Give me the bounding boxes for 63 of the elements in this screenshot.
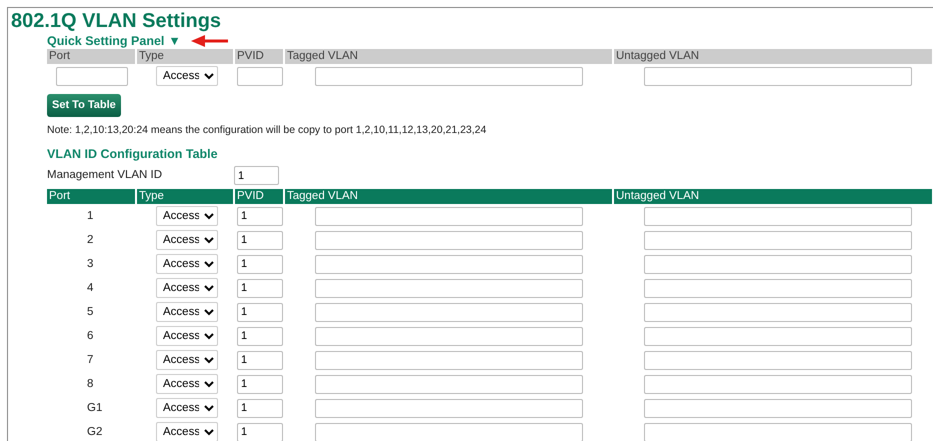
page-title: 802.1Q VLAN Settings	[11, 9, 222, 33]
port-label: 3	[87, 258, 94, 270]
tagged-vlan-field[interactable]	[315, 302, 583, 322]
column-header: Untagged VLAN	[613, 49, 933, 64]
port-label: 6	[87, 330, 94, 342]
pvid-field[interactable]: 1	[237, 230, 283, 250]
untagged-vlan-field[interactable]	[644, 206, 912, 226]
field-label: Management VLAN ID	[47, 168, 164, 184]
untagged-vlan-field[interactable]	[644, 230, 912, 250]
column-header: Port	[47, 49, 136, 64]
tagged-vlan-field[interactable]	[315, 374, 583, 394]
pvid-field[interactable]: 1	[237, 422, 283, 441]
port-label: 5	[87, 306, 94, 318]
port-label: G2	[87, 426, 102, 438]
pvid-field[interactable]: 1	[237, 254, 283, 274]
untagged-vlan-field[interactable]	[644, 350, 912, 370]
port-label: 2	[87, 234, 94, 246]
untagged-vlan-field[interactable]	[644, 326, 912, 346]
management-vlan-field[interactable]: 1	[234, 166, 279, 186]
pvid-field[interactable]	[237, 66, 283, 86]
tagged-vlan-field[interactable]	[315, 278, 583, 298]
untagged-vlan-field[interactable]	[644, 278, 912, 298]
tagged-vlan-field[interactable]	[315, 206, 583, 226]
port-label: 8	[87, 378, 94, 390]
column-header: Untagged VLAN	[613, 189, 933, 204]
port-label: G1	[87, 402, 102, 414]
arrow-icon	[190, 35, 229, 47]
tagged-vlan-field[interactable]	[315, 230, 583, 250]
pvid-field[interactable]: 1	[237, 350, 283, 370]
pvid-field[interactable]: 1	[237, 278, 283, 298]
untagged-vlan-field[interactable]	[644, 254, 912, 274]
pvid-field[interactable]: 1	[237, 374, 283, 394]
column-header: Type	[136, 189, 234, 204]
port-label: 7	[87, 354, 94, 366]
tagged-vlan-field[interactable]	[315, 350, 583, 370]
tagged-vlan-field[interactable]	[315, 398, 583, 418]
column-header: PVID	[234, 49, 284, 64]
set-to-table-button[interactable]: Set To Table	[47, 94, 121, 116]
pvid-field[interactable]: 1	[237, 398, 283, 418]
column-header: Tagged VLAN	[284, 49, 613, 64]
column-header: PVID	[234, 189, 284, 204]
tagged-vlan-field[interactable]	[315, 66, 583, 86]
section-title: Quick Setting Panel	[47, 33, 164, 49]
tagged-vlan-field[interactable]	[315, 326, 583, 346]
column-header: Type	[136, 49, 234, 64]
column-header: Tagged VLAN	[284, 189, 613, 204]
untagged-vlan-field[interactable]	[644, 398, 912, 418]
port-label: 1	[87, 210, 94, 222]
untagged-vlan-field[interactable]	[644, 66, 912, 86]
collapse-toggle[interactable]: ▼	[168, 33, 181, 49]
port-label: 4	[87, 282, 94, 294]
tagged-vlan-field[interactable]	[315, 254, 583, 274]
column-header: Port	[47, 189, 136, 204]
untagged-vlan-field[interactable]	[644, 374, 912, 394]
note-text: Note: 1,2,10:13,20:24 means the configuration will be copy to port 1,2,10,11,12,13,20,21,23,24	[47, 122, 488, 138]
untagged-vlan-field[interactable]	[644, 422, 912, 441]
section-title: VLAN ID Configuration Table	[47, 146, 219, 162]
pvid-field[interactable]: 1	[237, 206, 283, 226]
untagged-vlan-field[interactable]	[644, 302, 912, 322]
port-field[interactable]	[56, 66, 128, 86]
pvid-field[interactable]: 1	[237, 326, 283, 346]
pvid-field[interactable]: 1	[237, 302, 283, 322]
tagged-vlan-field[interactable]	[315, 422, 583, 441]
